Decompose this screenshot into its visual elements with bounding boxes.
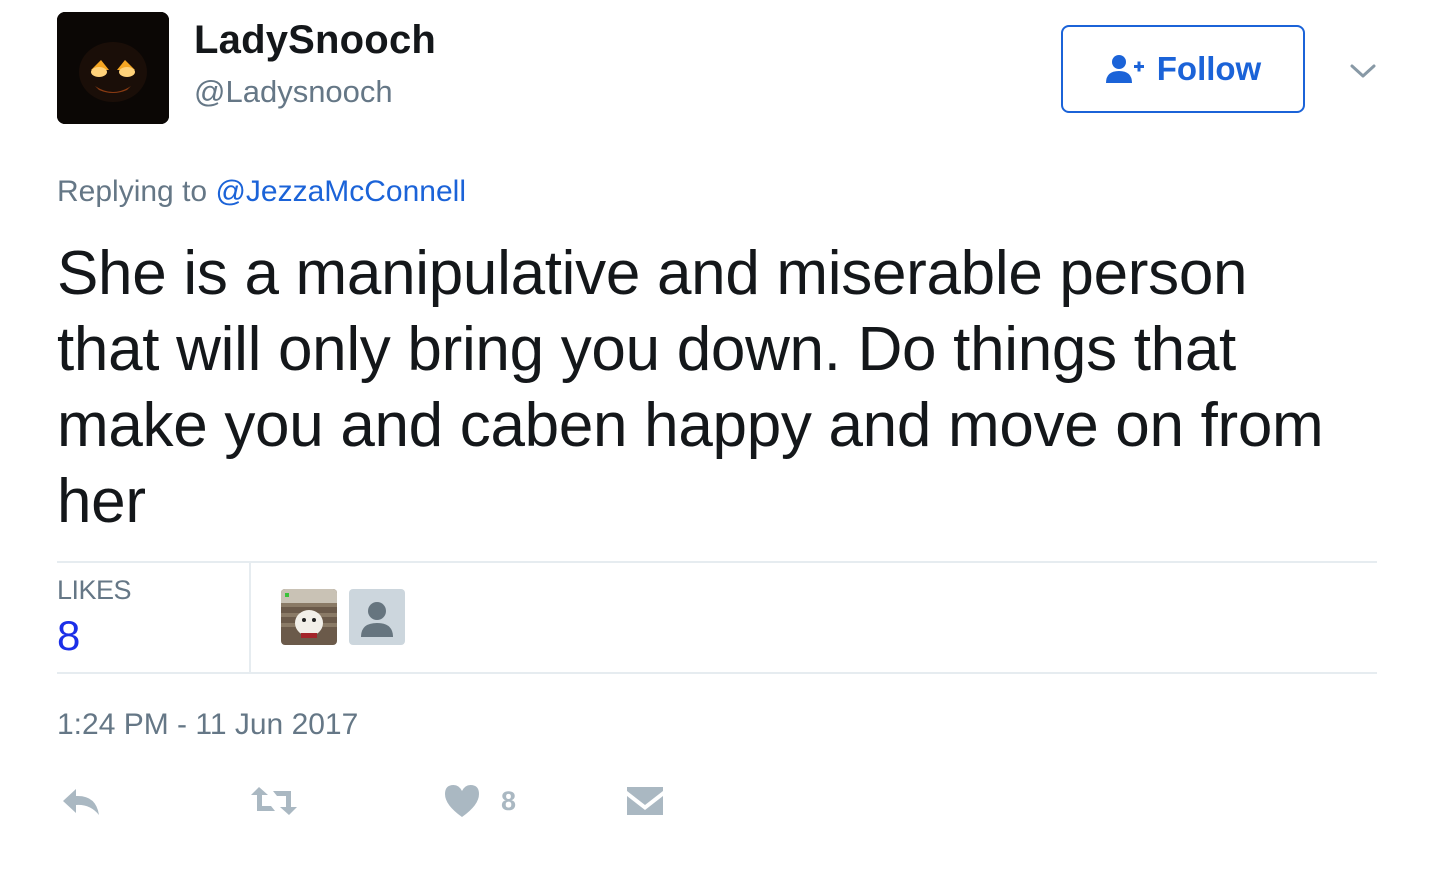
follow-button[interactable]: Follow xyxy=(1061,25,1305,113)
author-screen-name[interactable]: @Ladysnooch xyxy=(194,74,393,110)
reply-to-handle-link[interactable]: @JezzaMcConnell xyxy=(215,175,466,208)
author-avatar[interactable] xyxy=(57,12,169,124)
dog-photo-icon xyxy=(281,589,337,645)
tweet-text-line: make you and caben happy and move on fro… xyxy=(57,391,1324,460)
likes-count[interactable]: 8 xyxy=(57,612,80,660)
liker-avatar-default[interactable] xyxy=(349,589,405,645)
likes-label: LIKES xyxy=(57,575,132,605)
author-display-name[interactable]: LadySnooch xyxy=(194,18,436,63)
tweet-timestamp[interactable]: 1:24 PM - 11 Jun 2017 xyxy=(57,708,358,742)
reply-context-prefix: Replying to xyxy=(57,175,208,208)
retweet-button[interactable] xyxy=(249,783,299,819)
tweet-text-line: She is a manipulative and miserable pers… xyxy=(57,239,1248,308)
tweet-text-line: that will only bring you down. Do things… xyxy=(57,315,1236,384)
default-user-icon xyxy=(349,589,405,645)
like-button[interactable]: 8 xyxy=(443,783,516,819)
stats-bottom-divider xyxy=(57,672,1377,674)
chevron-down-icon xyxy=(1350,64,1376,78)
stats-top-divider xyxy=(57,561,1377,563)
more-options-button[interactable] xyxy=(1346,58,1380,84)
envelope-icon xyxy=(627,787,663,815)
add-user-icon xyxy=(1105,55,1144,83)
jack-o-lantern-icon xyxy=(57,12,169,124)
tweet-container: LadySnooch @Ladysnooch Follow Replying t… xyxy=(0,0,1440,877)
liker-avatar-dog[interactable] xyxy=(281,589,337,645)
follow-button-label: Follow xyxy=(1156,50,1262,87)
retweet-icon xyxy=(251,787,297,815)
direct-message-button[interactable] xyxy=(625,783,665,819)
tweet-text: She is a manipulative and miserable pers… xyxy=(57,236,1387,540)
stats-separator xyxy=(249,563,251,673)
tweet-text-line: her xyxy=(57,467,146,536)
reply-context: Replying to @JezzaMcConnell xyxy=(57,175,466,209)
reply-button[interactable] xyxy=(60,783,102,819)
heart-icon xyxy=(445,785,479,817)
reply-icon xyxy=(63,789,99,815)
like-count: 8 xyxy=(501,785,517,816)
